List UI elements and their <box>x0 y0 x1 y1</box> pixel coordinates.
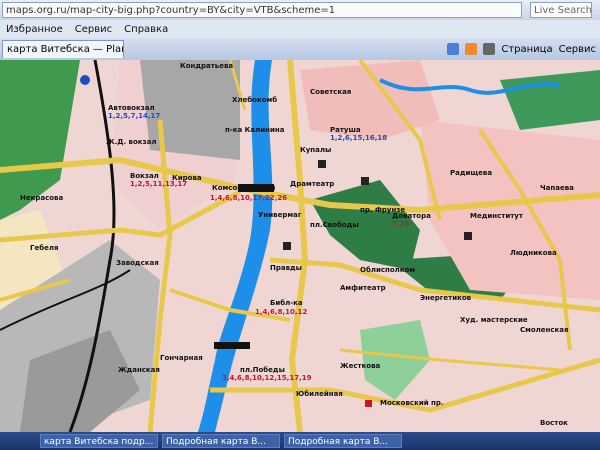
label-gebelya: Гебеля <box>30 244 58 252</box>
label-zavodskaya: Заводская <box>116 259 159 267</box>
label-goncharnaya: Гончарная <box>160 354 203 362</box>
taskbar-item-2[interactable]: Подробная карта В... <box>162 434 280 448</box>
label-avtovokzal: Автовокзал <box>108 104 155 112</box>
label-routes-4: 1,2,6,15,16,18 <box>330 134 387 142</box>
label-univermag: Универмаг <box>258 211 302 219</box>
url-input[interactable]: maps.org.ru/map-city-big.php?country=BY&… <box>2 2 522 18</box>
church-icon <box>318 160 326 168</box>
label-routes-5: 7,25 <box>392 220 409 228</box>
rss-icon[interactable] <box>465 43 478 55</box>
label-vostok: Восток <box>540 419 568 427</box>
print-icon[interactable] <box>483 43 496 55</box>
taskbar-item-1[interactable]: карта Витебска подр... <box>40 434 158 448</box>
hospital-icon <box>464 232 472 240</box>
label-routes-7: 3,4,6,8,10,12,15,17,19 <box>222 374 312 382</box>
label-dramteatr: Драмтеатр <box>290 180 334 188</box>
label-energetikov: Энергетиков <box>420 294 472 302</box>
menu-bar: Избранное Сервис Справка <box>0 20 600 38</box>
service-menu-button[interactable]: Сервис <box>559 44 596 55</box>
address-bar: maps.org.ru/map-city-big.php?country=BY&… <box>0 0 600 20</box>
label-medinstitut: Мединститут <box>470 212 524 220</box>
label-nekrasova: Некрасова <box>20 194 63 202</box>
menu-tools[interactable]: Сервис <box>69 24 118 35</box>
tab-map[interactable]: карта Витебска — Planet... <box>2 40 124 58</box>
label-dovatora: Доватора <box>392 212 431 220</box>
label-sovetskaya: Советская <box>310 88 351 96</box>
label-kalinina: п-ка Калинина <box>225 126 285 134</box>
label-routes-6: 1,4,6,8,10,12 <box>255 308 307 316</box>
museum-icon <box>361 177 369 185</box>
label-radishcheva: Радищева <box>450 169 492 177</box>
label-kondratieva: Кондратьева <box>180 62 233 70</box>
cross-icon <box>365 400 372 407</box>
label-lyudnikova: Людникова <box>510 249 557 257</box>
label-routes-1: 1,2,5,7,14,17 <box>108 112 160 120</box>
label-pl-svobody: пл.Свободы <box>310 221 359 229</box>
page-menu-button[interactable]: Страница <box>501 44 552 55</box>
label-khud-masterskie: Худ. мастерские <box>460 316 528 324</box>
label-biblioteka: Библ-ка <box>270 299 303 307</box>
label-yubileynaya: Юбилейная <box>296 390 343 398</box>
label-oblispolkom: Облисполком <box>360 266 415 274</box>
menu-favorites[interactable]: Избранное <box>0 24 69 35</box>
label-zhestkova: Жесткова <box>340 362 381 370</box>
label-smolenskaya: Смоленская <box>520 326 569 334</box>
toolbar: Страница Сервис <box>447 43 600 55</box>
label-ratusha: Ратуша <box>330 126 361 134</box>
taskbar: карта Витебска подр... Подробная карта В… <box>0 432 600 450</box>
bus-stop-icon <box>80 75 90 85</box>
menu-help[interactable]: Справка <box>118 24 174 35</box>
search-input[interactable]: Live Search <box>530 2 592 18</box>
label-khlebokombinat: Хлебокомб <box>232 96 277 104</box>
label-zhd-vokzal: Ж.Д. вокзал <box>106 138 156 146</box>
home-icon[interactable] <box>447 43 460 55</box>
city-map[interactable]: Кондратьева Автовокзал 1,2,5,7,14,17 Ж.Д… <box>0 60 600 432</box>
label-kirova: Кирова <box>172 174 202 182</box>
label-routes-3: 1,4,6,8,10,17,22,26 <box>210 194 287 202</box>
label-zhanskaya: Жданская <box>118 366 160 374</box>
label-moskovsky: Московский пр. <box>380 399 444 407</box>
label-kupala: Купалы <box>300 146 331 154</box>
tab-row: карта Витебска — Planet... Страница Серв… <box>0 38 600 60</box>
label-amfiteatr: Амфитеатр <box>340 284 386 292</box>
label-chapaeva: Чапаева <box>540 184 574 192</box>
theatre-icon <box>283 242 291 250</box>
label-vokzal: Вокзал <box>130 172 159 180</box>
taskbar-item-3[interactable]: Подробная карта В... <box>284 434 402 448</box>
bridge-south <box>214 342 250 349</box>
label-pravdy: Правды <box>270 264 302 272</box>
map-canvas[interactable]: Кондратьева Автовокзал 1,2,5,7,14,17 Ж.Д… <box>0 60 600 432</box>
label-komsomolskaya: Комсомольская <box>212 184 275 192</box>
label-pl-pobedy: пл.Победы <box>240 366 285 374</box>
